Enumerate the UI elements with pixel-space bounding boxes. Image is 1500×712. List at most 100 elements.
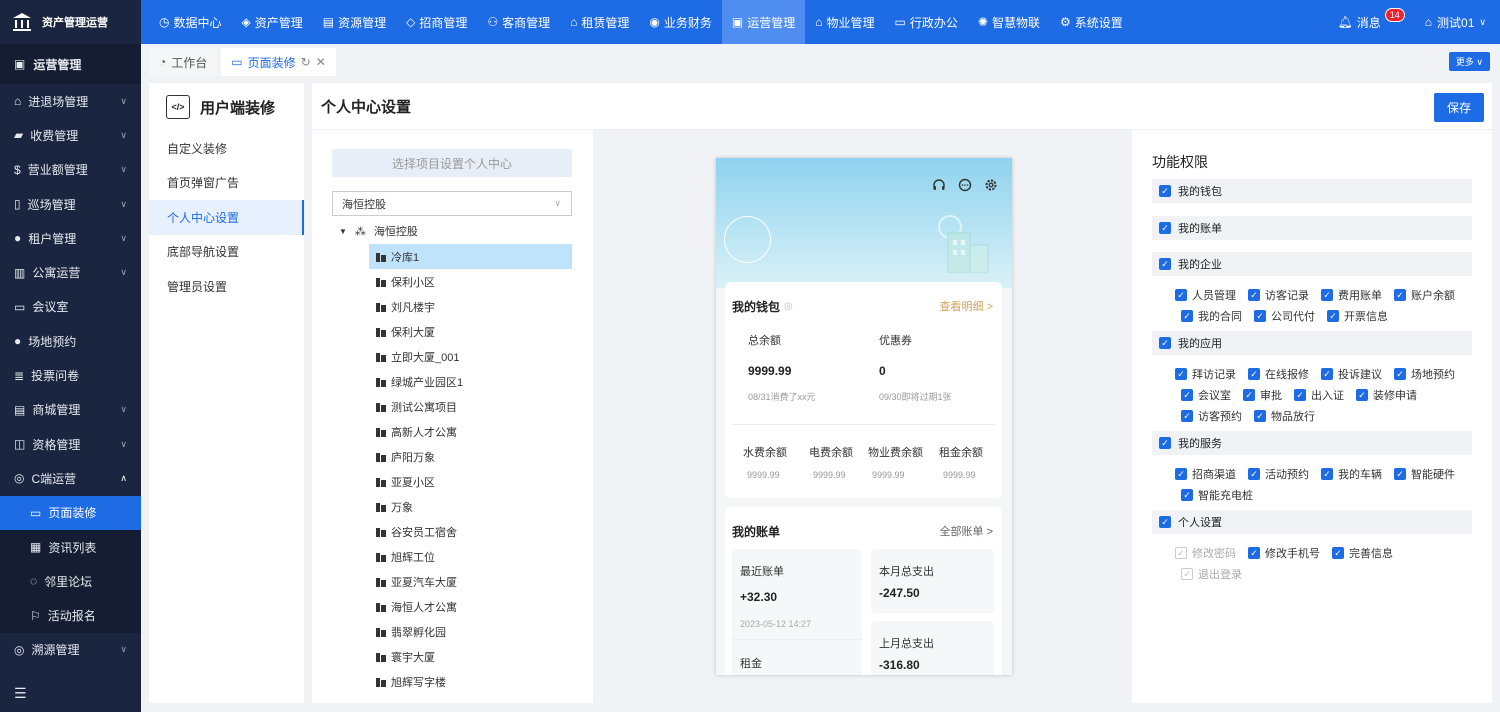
- topnav-item-9[interactable]: ▭ 行政办公: [885, 0, 968, 44]
- checkbox-checked-icon[interactable]: ✓: [1159, 222, 1171, 234]
- more-tabs-button[interactable]: 更多 ∨: [1448, 52, 1490, 71]
- topnav-item-4[interactable]: ⚇ 客商管理: [477, 0, 560, 44]
- topnav-item-10[interactable]: ✺ 智慧物联: [968, 0, 1050, 44]
- sidebar-item-sidebar-subitems-0[interactable]: ▭ 页面装修: [0, 495, 141, 530]
- tree-node[interactable]: 亚夏小区: [369, 469, 572, 494]
- tree-node[interactable]: 保利小区: [369, 269, 572, 294]
- sidebar-item-sidebar-items-6[interactable]: ▭ 会议室: [0, 290, 141, 324]
- sidebar-item-sidebar-items-4[interactable]: ● 租户管理 ∨: [0, 221, 141, 255]
- recent-bill-box[interactable]: 最近账单 +32.30 2023-05-12 14:27 租金: [732, 549, 862, 675]
- wallet-detail-link[interactable]: 查看明细 >: [940, 298, 993, 314]
- permission-checkbox[interactable]: ✓ 审批: [1243, 387, 1282, 403]
- permission-checkbox[interactable]: ✓ 智能充电桩: [1181, 487, 1253, 503]
- sidebar-item-sidebar-items-7[interactable]: ● 场地预约: [0, 324, 141, 358]
- permission-checkbox[interactable]: ✓ 修改密码: [1175, 545, 1236, 561]
- select-project-button[interactable]: 选择项目设置个人中心: [332, 149, 572, 177]
- permission-group[interactable]: ✓ 我的钱包: [1152, 179, 1472, 203]
- permission-checkbox[interactable]: ✓ 我的车辆: [1321, 466, 1382, 482]
- sidebar-item-sidebar-items-3[interactable]: ▯ 巡场管理 ∨: [0, 187, 141, 221]
- chat-icon[interactable]: [958, 178, 972, 195]
- tree-root[interactable]: ▼ ⁂ 海恒控股: [339, 223, 418, 239]
- sidebar-item-sidebar-items-2[interactable]: $ 营业额管理 ∨: [0, 153, 141, 187]
- app-logo[interactable]: 资产管理运营: [0, 0, 141, 44]
- eye-icon[interactable]: ◎: [784, 301, 793, 312]
- permission-checkbox[interactable]: ✓ 人员管理: [1175, 287, 1236, 303]
- tab-page-decoration[interactable]: ▭ 页面装修 ↻ ✕: [221, 48, 336, 76]
- close-icon[interactable]: ✕: [316, 55, 326, 69]
- permission-checkbox[interactable]: ✓ 开票信息: [1327, 308, 1388, 324]
- headset-icon[interactable]: [932, 178, 946, 195]
- permission-checkbox[interactable]: ✓ 我的合同: [1181, 308, 1242, 324]
- permission-checkbox[interactable]: ✓ 场地预约: [1394, 366, 1455, 382]
- tree-node[interactable]: 谷安员工宿舍: [369, 519, 572, 544]
- permission-checkbox[interactable]: ✓ 完善信息: [1332, 545, 1393, 561]
- tree-node[interactable]: 冷库1: [369, 244, 572, 269]
- gear-icon[interactable]: [984, 178, 998, 195]
- topnav-item-7[interactable]: ▣ 运营管理: [721, 0, 806, 44]
- topnav-item-8[interactable]: ⌂ 物业管理: [805, 0, 884, 44]
- caret-down-icon[interactable]: ▼: [339, 227, 347, 236]
- permission-group[interactable]: ✓ 个人设置: [1152, 510, 1472, 534]
- tree-node[interactable]: 旭辉工位: [369, 544, 572, 569]
- sidebar-item-sidebar-after-0[interactable]: ◎ 溯源管理 ∨: [0, 633, 141, 667]
- checkbox-checked-icon[interactable]: ✓: [1159, 258, 1171, 270]
- checkbox-checked-icon[interactable]: ✓: [1159, 516, 1171, 528]
- checkbox-checked-icon[interactable]: ✓: [1159, 337, 1171, 349]
- permission-checkbox[interactable]: ✓ 访客记录: [1248, 287, 1309, 303]
- permission-checkbox[interactable]: ✓ 公司代付: [1254, 308, 1315, 324]
- permission-checkbox[interactable]: ✓ 装修申请: [1356, 387, 1417, 403]
- refresh-icon[interactable]: ↻: [301, 55, 311, 69]
- sidebar-item-sidebar-items-1[interactable]: ▰ 收费管理 ∨: [0, 118, 141, 152]
- decoration-menu-item[interactable]: 首页弹窗广告: [149, 166, 304, 201]
- topnav-item-6[interactable]: ◉ 业务财务: [639, 0, 722, 44]
- all-bills-link[interactable]: 全部账单 >: [940, 523, 993, 539]
- save-button[interactable]: 保存: [1433, 93, 1484, 122]
- permission-group[interactable]: ✓ 我的服务: [1152, 431, 1472, 455]
- tree-node[interactable]: 绿城产业园区1: [369, 369, 572, 394]
- permission-group[interactable]: ✓ 我的账单: [1152, 216, 1472, 240]
- decoration-menu-item[interactable]: 底部导航设置: [149, 235, 304, 270]
- topnav-item-3[interactable]: ◇ 招商管理: [396, 0, 477, 44]
- user-menu[interactable]: ⌂ 测试01 ∨: [1425, 14, 1486, 31]
- permission-checkbox[interactable]: ✓ 出入证: [1294, 387, 1344, 403]
- tree-node[interactable]: 海恒人才公寓: [369, 594, 572, 619]
- sidebar-item-sidebar-items-5[interactable]: ▥ 公寓运营 ∨: [0, 255, 141, 289]
- tree-node[interactable]: 寰宇大厦: [369, 644, 572, 669]
- permission-checkbox[interactable]: ✓ 投诉建议: [1321, 366, 1382, 382]
- permission-checkbox[interactable]: ✓ 账户余额: [1394, 287, 1455, 303]
- collapse-menu-icon[interactable]: ☰: [14, 685, 27, 702]
- sidebar-item-sidebar-items-0[interactable]: ⌂ 进退场管理 ∨: [0, 84, 141, 118]
- sidebar-item-sidebar-items-8[interactable]: ≣ 投票问卷: [0, 358, 141, 392]
- avatar[interactable]: [724, 216, 771, 263]
- permission-group[interactable]: ✓ 我的应用: [1152, 331, 1472, 355]
- permission-checkbox[interactable]: ✓ 费用账单: [1321, 287, 1382, 303]
- tree-node[interactable]: 高新人才公寓: [369, 419, 572, 444]
- decoration-menu-item[interactable]: 自定义装修: [149, 131, 304, 166]
- permission-checkbox[interactable]: ✓ 活动预约: [1248, 466, 1309, 482]
- permission-checkbox[interactable]: ✓ 修改手机号: [1248, 545, 1320, 561]
- company-select[interactable]: 海恒控股 ∨: [332, 191, 572, 216]
- tree-node[interactable]: 万象: [369, 494, 572, 519]
- permission-checkbox[interactable]: ✓ 拜访记录: [1175, 366, 1236, 382]
- permission-checkbox[interactable]: ✓ 智能硬件: [1394, 466, 1455, 482]
- sidebar-item-sidebar-items-10[interactable]: ◫ 资格管理 ∨: [0, 427, 141, 461]
- tree-node[interactable]: 保利大厦: [369, 319, 572, 344]
- tree-node[interactable]: 旭辉写字楼: [369, 669, 572, 694]
- permission-checkbox[interactable]: ✓ 招商渠道: [1175, 466, 1236, 482]
- sidebar-item-sidebar-subitems-2[interactable]: ◌ 邻里论坛: [0, 564, 141, 599]
- last-month-spend-box[interactable]: 上月总支出 -316.80: [871, 621, 994, 675]
- permission-checkbox[interactable]: ✓ 退出登录: [1181, 566, 1242, 582]
- tree-node[interactable]: 庐阳万象: [369, 444, 572, 469]
- tree-node[interactable]: 测试公寓项目: [369, 394, 572, 419]
- tree-node[interactable]: 亚夏汽车大厦: [369, 569, 572, 594]
- sidebar-item-sidebar-items-11[interactable]: ◎ C端运营 ∧: [0, 461, 141, 495]
- tree-node[interactable]: 刘凡楼宇: [369, 294, 572, 319]
- checkbox-checked-icon[interactable]: ✓: [1159, 437, 1171, 449]
- topnav-item-5[interactable]: ⌂ 租赁管理: [560, 0, 639, 44]
- sidebar-item-sidebar-subitems-3[interactable]: ⚐ 活动报名: [0, 598, 141, 633]
- topnav-item-11[interactable]: ⚙ 系统设置: [1050, 0, 1133, 44]
- sidebar-item-sidebar-subitems-1[interactable]: ▦ 资讯列表: [0, 529, 141, 565]
- decoration-menu-item[interactable]: 个人中心设置: [149, 200, 304, 235]
- permission-checkbox[interactable]: ✓ 在线报修: [1248, 366, 1309, 382]
- permission-checkbox[interactable]: ✓ 物品放行: [1254, 408, 1315, 424]
